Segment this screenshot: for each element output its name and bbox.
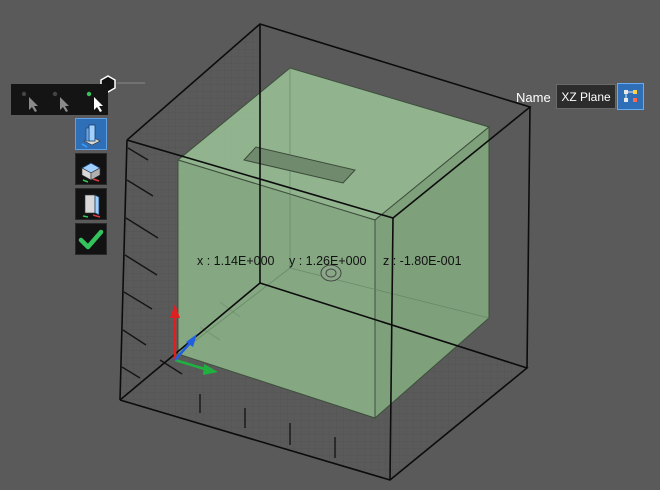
- checkmark-icon: [78, 229, 104, 250]
- pointer-icon: [52, 91, 69, 112]
- plane-name-label: Name: [516, 90, 551, 105]
- plane-options-button[interactable]: [617, 83, 644, 110]
- coord-y-readout: y : 1.26E+000: [289, 254, 367, 268]
- plane-name-field[interactable]: XZ Plane: [556, 84, 616, 109]
- select-mode-button-3[interactable]: [75, 84, 107, 115]
- box-face-plane-icon: [81, 124, 101, 148]
- pointer-icon: [21, 91, 38, 112]
- select-mode-button-1[interactable]: [11, 84, 43, 115]
- plane-options-icon: [624, 90, 637, 102]
- coord-z-readout: z : -1.80E-001: [383, 254, 462, 268]
- plane-name-value: XZ Plane: [561, 89, 611, 104]
- side-plane-tool-button[interactable]: [75, 188, 107, 220]
- box-side-plane-icon: [82, 194, 101, 218]
- select-mode-button-2[interactable]: [43, 84, 75, 115]
- selection-toolbar: [11, 84, 108, 115]
- face-plane-tool-button[interactable]: [75, 118, 107, 150]
- confirm-button[interactable]: [75, 223, 107, 255]
- top-plane-tool-button[interactable]: [75, 153, 107, 185]
- pointer-active-icon: [86, 91, 103, 112]
- coord-x-readout: x : 1.14E+000: [197, 254, 275, 268]
- box-top-plane-icon: [81, 162, 101, 183]
